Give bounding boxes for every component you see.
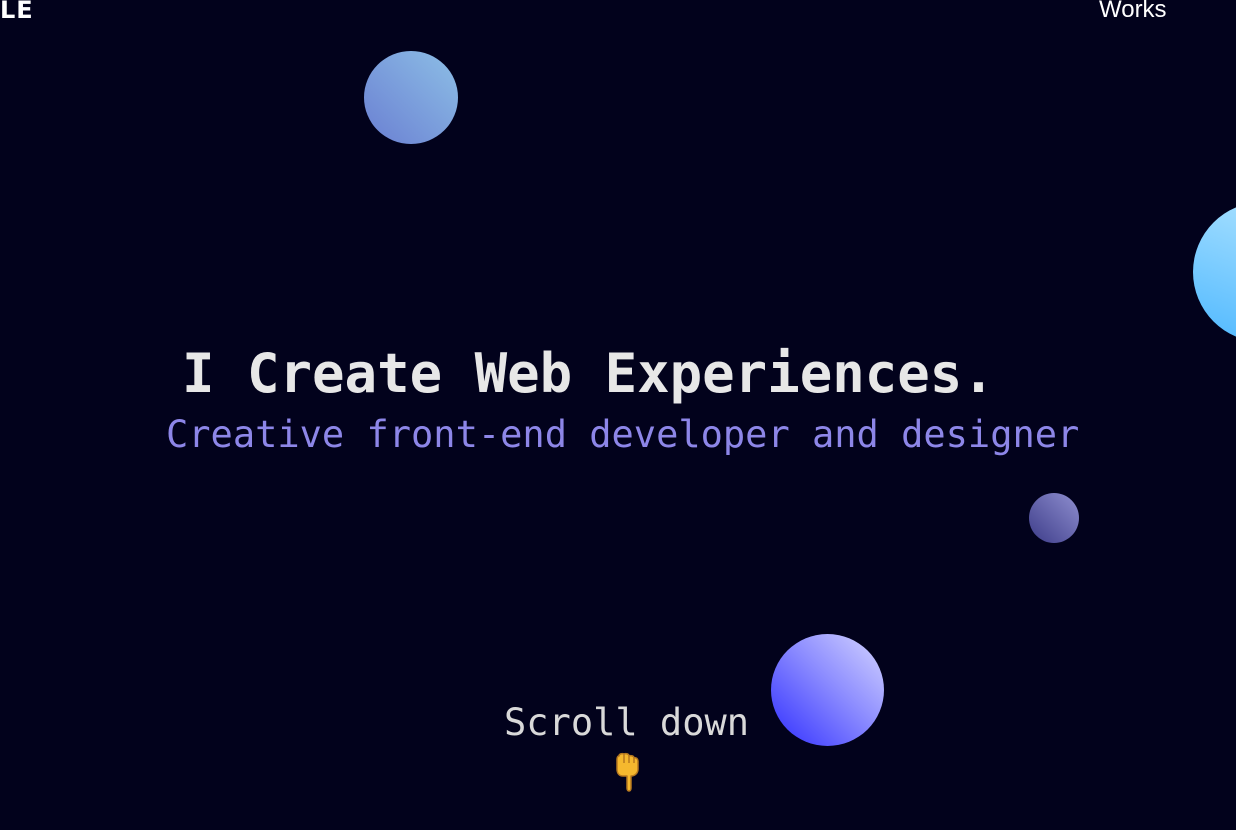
scroll-down-label[interactable]: Scroll down — [504, 700, 749, 746]
decorative-orb-blue — [364, 51, 458, 144]
decorative-orb-small-purple — [1029, 493, 1079, 543]
decorative-orb-violet — [771, 634, 884, 746]
decorative-orb-cyan — [1193, 202, 1236, 342]
page: LE Works I Create Web Experiences. Creat… — [0, 0, 1236, 830]
site-logo[interactable]: LE — [0, 0, 34, 30]
pointing-down-hand-icon — [616, 752, 639, 792]
nav-works-link[interactable]: Works — [1099, 0, 1167, 30]
hero-subtitle: Creative front-end developer and designe… — [166, 413, 1080, 456]
hero-headline: I Create Web Experiences. — [182, 342, 995, 405]
